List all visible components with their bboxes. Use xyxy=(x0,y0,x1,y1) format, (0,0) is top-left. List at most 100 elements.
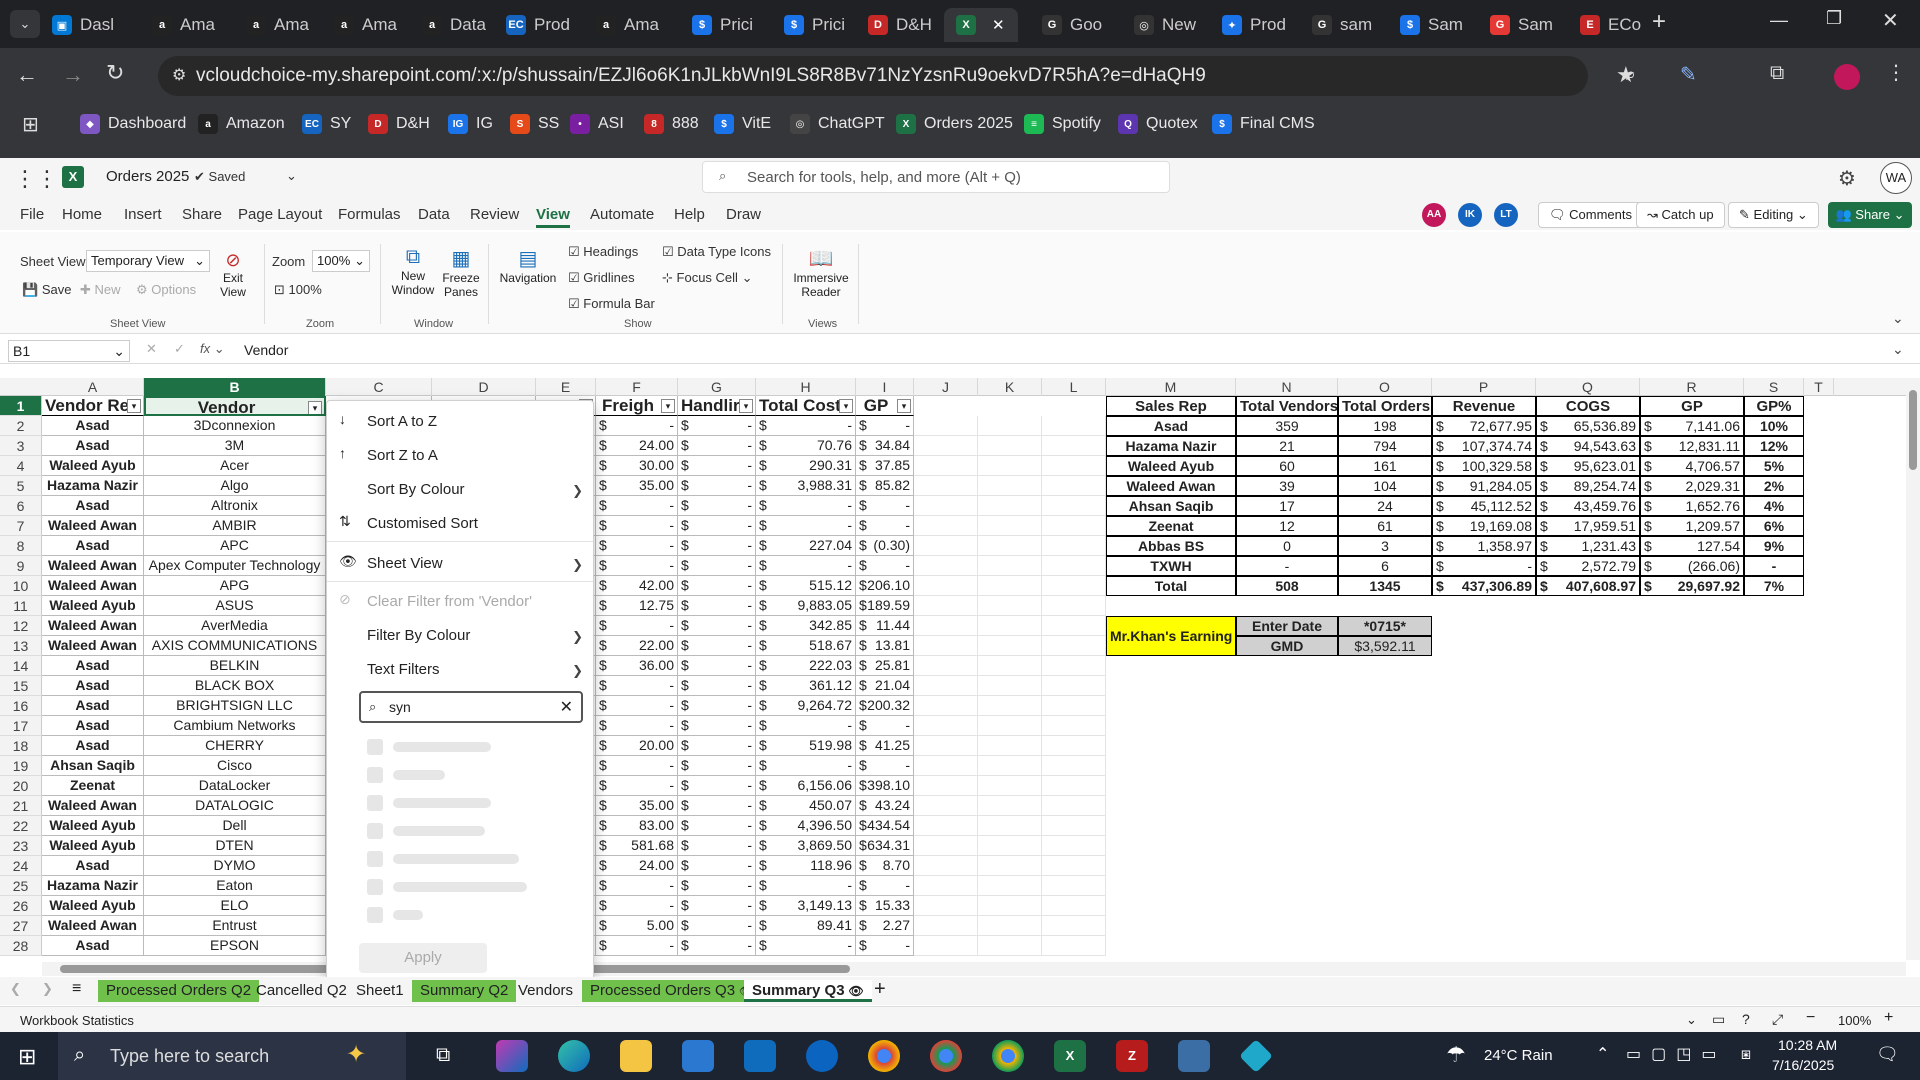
cell[interactable] xyxy=(1042,716,1106,736)
currency-cell[interactable]: - $ xyxy=(678,656,756,676)
summary-cell[interactable]: 1,652.76 $ xyxy=(1640,496,1744,516)
summary-cell[interactable]: 6% xyxy=(1744,516,1804,536)
extension-puzzle-icon[interactable]: ⧉ xyxy=(1770,62,1784,85)
column-header-d[interactable]: D xyxy=(432,378,536,396)
vendor-cell[interactable]: DTEN xyxy=(144,836,326,856)
cell[interactable] xyxy=(914,636,978,656)
cell[interactable] xyxy=(978,636,1042,656)
cell[interactable] xyxy=(1042,496,1106,516)
sales-rep-cell[interactable]: Zeenat xyxy=(42,776,144,796)
sales-rep-cell[interactable]: Waleed Awan xyxy=(42,576,144,596)
filter-dropdown-button[interactable]: ▾ xyxy=(127,399,141,413)
windows-start-icon[interactable]: ⊞ xyxy=(18,1044,36,1070)
cell[interactable] xyxy=(1042,856,1106,876)
sales-rep-cell[interactable]: Waleed Ayub xyxy=(42,596,144,616)
browser-tab[interactable]: a Ama xyxy=(322,8,406,42)
vertical-scrollbar[interactable] xyxy=(1906,378,1920,960)
cell[interactable] xyxy=(978,536,1042,556)
bookmark-item[interactable]: a Amazon xyxy=(198,114,285,134)
column-header-k[interactable]: K xyxy=(978,378,1042,396)
currency-cell[interactable]: - $ xyxy=(678,476,756,496)
profile-avatar[interactable] xyxy=(1834,64,1860,90)
cell[interactable] xyxy=(914,596,978,616)
cell[interactable] xyxy=(914,836,978,856)
sales-rep-cell[interactable]: Asad xyxy=(42,656,144,676)
currency-cell[interactable]: - $ xyxy=(678,736,756,756)
cell[interactable] xyxy=(914,936,978,956)
ribbon-tab-share[interactable]: Share xyxy=(182,206,222,223)
all-sheets-icon[interactable]: ≡ xyxy=(72,980,81,998)
cell[interactable] xyxy=(978,596,1042,616)
expand-formula-bar-icon[interactable]: ⌄ xyxy=(1892,341,1904,358)
currency-cell[interactable]: - $ xyxy=(756,936,856,956)
summary-cell[interactable]: 9% xyxy=(1744,536,1804,556)
column-header-t[interactable]: T xyxy=(1804,378,1834,396)
sheet-tab[interactable]: Cancelled Q2 xyxy=(248,980,355,1002)
calculator-icon[interactable] xyxy=(1178,1040,1210,1072)
browser-tab[interactable]: a Ama xyxy=(234,8,318,42)
address-bar[interactable]: ⚙ vcloudchoice-my.sharepoint.com/:x:/p/s… xyxy=(158,56,1636,96)
currency-cell[interactable]: 290.31 $ xyxy=(756,456,856,476)
vendor-cell[interactable]: BELKIN xyxy=(144,656,326,676)
row-header[interactable]: 13 xyxy=(0,636,42,656)
sheet-tab[interactable]: Processed Orders Q3👁 xyxy=(582,980,763,1002)
sheet-tab[interactable]: Summary Q3 👁 xyxy=(744,980,872,1002)
summary-cell[interactable]: 437,306.89 $ xyxy=(1432,576,1536,596)
currency-cell[interactable]: - $ xyxy=(856,756,914,776)
close-window-button[interactable]: ✕ xyxy=(1882,8,1899,33)
vendor-cell[interactable]: DATALOGIC xyxy=(144,796,326,816)
file-explorer-icon[interactable] xyxy=(620,1040,652,1072)
summary-cell[interactable]: 7,141.06 $ xyxy=(1640,416,1744,436)
cell[interactable] xyxy=(978,696,1042,716)
sheet-view-save-button[interactable]: 💾 Save xyxy=(22,282,71,298)
currency-cell[interactable]: 8.70 $ xyxy=(856,856,914,876)
sales-rep-cell[interactable]: Asad xyxy=(42,696,144,716)
browser-tab[interactable]: a Ama xyxy=(140,8,224,42)
column-title-a[interactable]: Vendor Re ▾ xyxy=(42,396,144,416)
currency-cell[interactable]: - $ xyxy=(856,416,914,436)
summary-cell[interactable]: 65,536.89 $ xyxy=(1536,416,1640,436)
column-title-h[interactable]: Total Cost ▾ xyxy=(756,396,856,416)
browser-menu-icon[interactable]: ⋮ xyxy=(1886,60,1906,85)
currency-cell[interactable]: 634.31 $ xyxy=(856,836,914,856)
sales-rep-cell[interactable]: Asad xyxy=(42,496,144,516)
summary-cell[interactable]: 2,572.79 $ xyxy=(1536,556,1640,576)
currency-cell[interactable]: - $ xyxy=(678,876,756,896)
currency-cell[interactable]: - $ xyxy=(678,796,756,816)
new-window-button[interactable]: ⧉ New Window xyxy=(388,246,438,297)
focus-cell-button[interactable]: ⊹ Focus Cell ⌄ xyxy=(662,270,752,286)
row-header[interactable]: 22 xyxy=(0,816,42,836)
cell[interactable] xyxy=(1042,756,1106,776)
browser-tab[interactable]: $ Prici xyxy=(772,8,856,42)
summary-cell[interactable]: 107,374.74 $ xyxy=(1432,436,1536,456)
task-view-icon[interactable]: ⧉ xyxy=(436,1044,450,1067)
currency-cell[interactable]: - $ xyxy=(596,696,678,716)
currency-cell[interactable]: 42.00 $ xyxy=(596,576,678,596)
summary-cell[interactable]: 198 xyxy=(1338,416,1432,436)
summary-header[interactable]: Total Vendors xyxy=(1236,396,1338,416)
column-header-l[interactable]: L xyxy=(1042,378,1106,396)
column-title-g[interactable]: Handlir ▾ xyxy=(678,396,756,416)
row-header[interactable]: 16 xyxy=(0,696,42,716)
bookmark-item[interactable]: ◆ Dashboard xyxy=(80,114,186,134)
cell[interactable] xyxy=(978,496,1042,516)
bookmark-item[interactable]: EC SY xyxy=(302,114,351,134)
currency-cell[interactable]: - $ xyxy=(596,556,678,576)
bookmark-item[interactable]: X Orders 2025 xyxy=(896,114,1013,134)
column-header-p[interactable]: P xyxy=(1432,378,1536,396)
column-title-b[interactable]: Vendor ▾ xyxy=(144,396,326,416)
sheet-tab[interactable]: Processed Orders Q2 xyxy=(98,980,260,1002)
currency-cell[interactable]: - $ xyxy=(678,856,756,876)
sales-rep-cell[interactable]: Waleed Awan xyxy=(42,916,144,936)
cell[interactable] xyxy=(1042,436,1106,456)
reload-icon[interactable]: ↻ xyxy=(106,60,124,86)
taskbar-date[interactable]: 7/16/2025 xyxy=(1772,1057,1834,1073)
immersive-reader-button[interactable]: 📖 Immersive Reader xyxy=(790,246,852,299)
gridlines-checkbox[interactable]: ☑ Gridlines xyxy=(568,270,635,286)
currency-cell[interactable]: - $ xyxy=(678,576,756,596)
browser-tab[interactable]: EC Prod xyxy=(494,8,578,42)
notifications-icon[interactable]: 🗨 xyxy=(1876,1044,1899,1065)
bookmark-item[interactable]: $ VitE xyxy=(714,114,771,134)
currency-cell[interactable]: - $ xyxy=(678,596,756,616)
sales-rep-cell[interactable]: Waleed Ayub xyxy=(42,456,144,476)
